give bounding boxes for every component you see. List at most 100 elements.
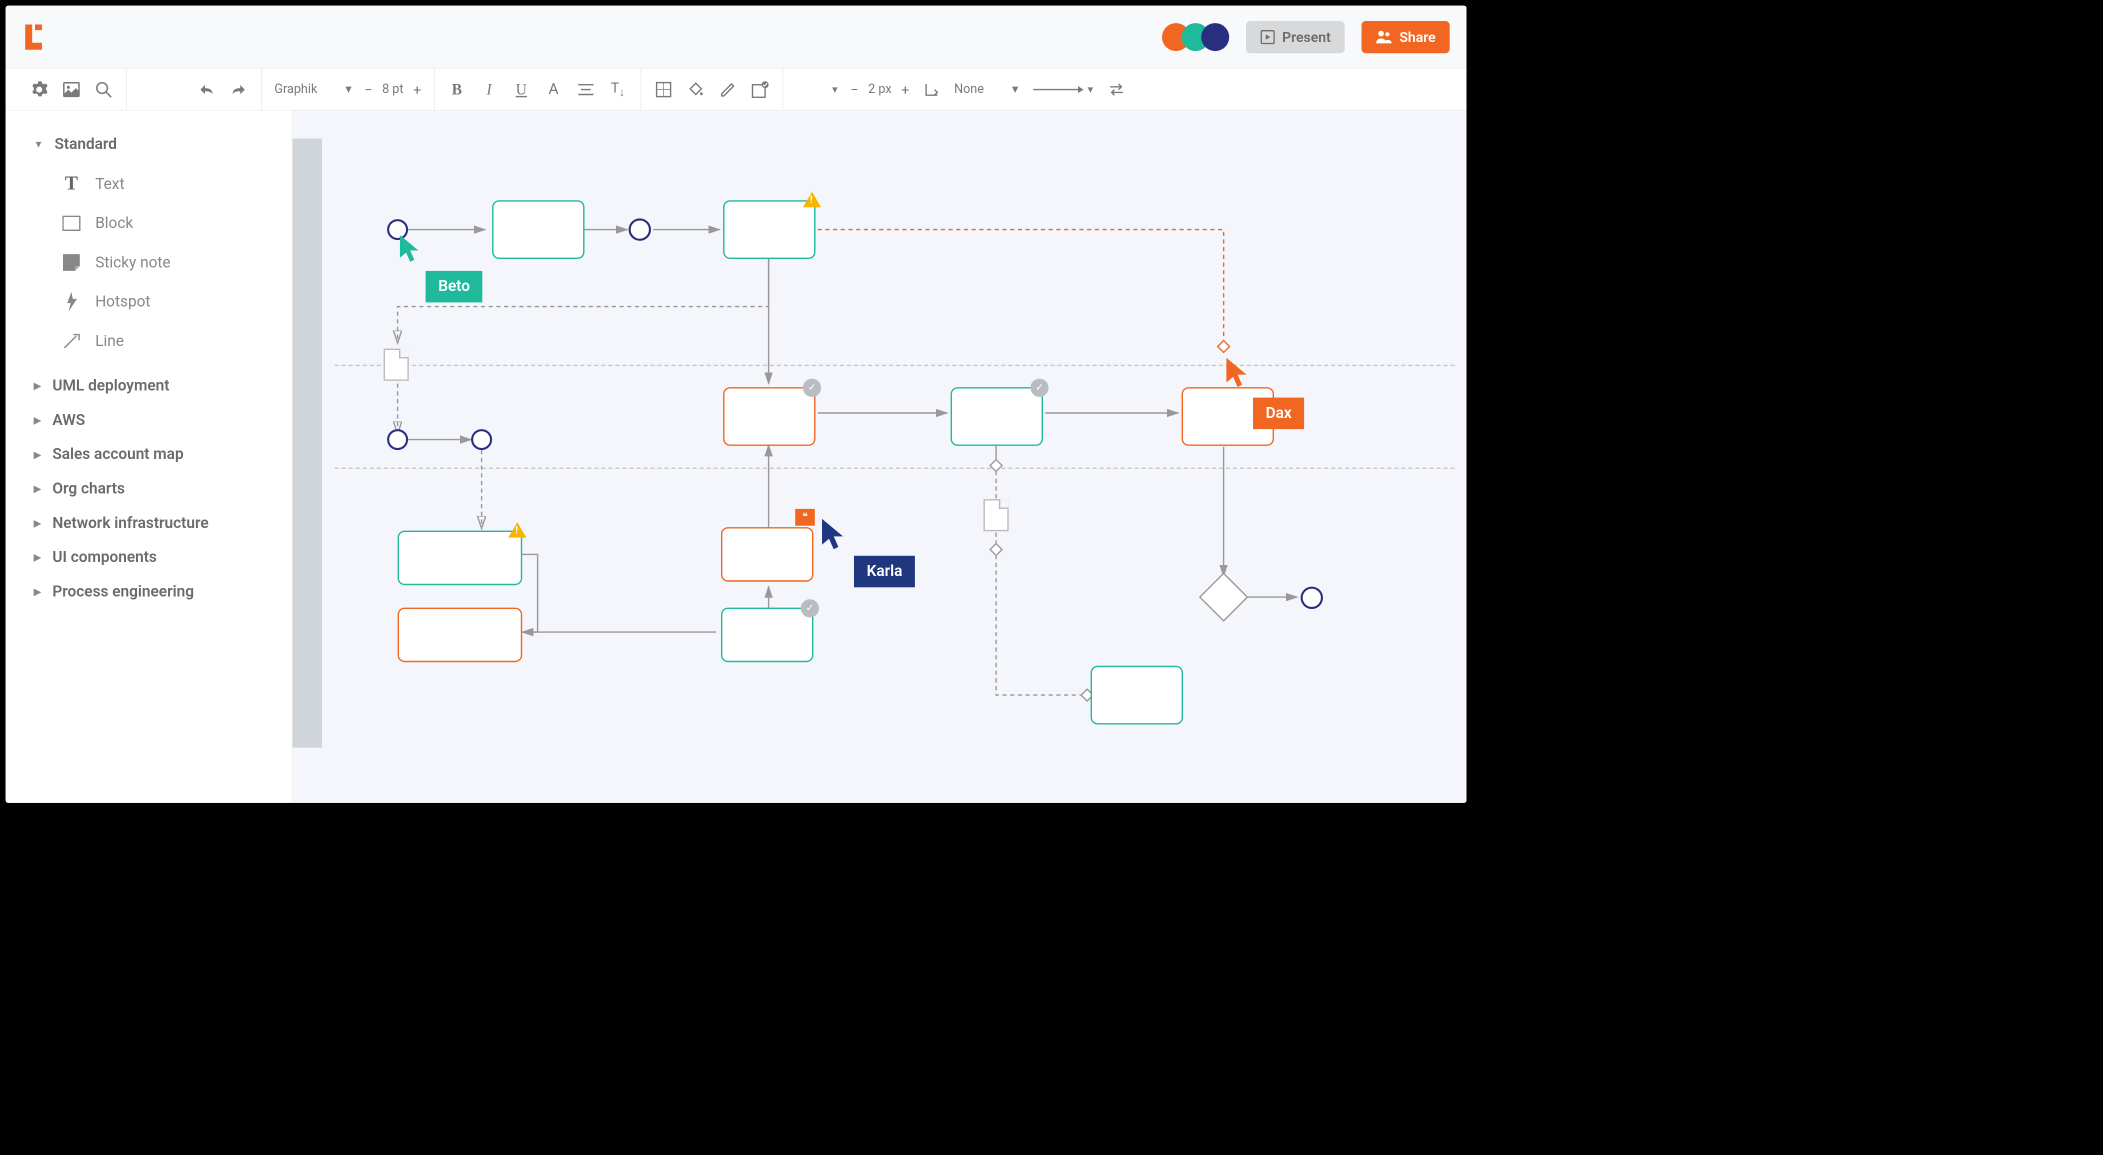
play-icon <box>1260 29 1275 44</box>
align-icon[interactable] <box>576 79 596 99</box>
gateway[interactable] <box>1199 572 1248 621</box>
underline-icon[interactable]: U <box>512 79 532 99</box>
decrease-icon[interactable]: − <box>850 81 858 98</box>
undo-icon[interactable] <box>197 79 217 99</box>
increase-icon[interactable]: + <box>413 81 421 98</box>
document-icon[interactable] <box>984 499 1009 531</box>
sidebar-section-standard[interactable]: ▼ Standard T Text Block Sticky note <box>6 127 292 369</box>
line-style-select[interactable]: None ▾ <box>954 82 1018 97</box>
collaborator-cursor-karla: Karla <box>819 517 848 555</box>
warning-badge-icon <box>803 192 821 207</box>
check-badge-icon: ✓ <box>1030 379 1048 397</box>
line-corner-icon[interactable] <box>922 79 942 99</box>
search-icon[interactable] <box>94 79 114 99</box>
sidebar-section-process[interactable]: ▶Process engineering <box>6 575 292 609</box>
swimlane-divider <box>335 468 1455 469</box>
sidebar-section-uml[interactable]: ▶UML deployment <box>6 369 292 403</box>
shapes-sidebar: ▼ Standard T Text Block Sticky note <box>6 111 293 803</box>
chevron-right-icon: ▶ <box>34 552 42 563</box>
dropdown-icon[interactable]: ▾ <box>796 79 838 99</box>
end-event[interactable] <box>1301 587 1323 609</box>
italic-icon[interactable]: I <box>479 79 499 99</box>
gateway-icon[interactable] <box>989 459 1003 473</box>
task-rect[interactable] <box>398 608 523 663</box>
block-icon <box>62 214 82 234</box>
text-format-icon[interactable]: T↓ <box>608 79 628 99</box>
task-rect[interactable] <box>1091 666 1183 725</box>
cursor-label: Karla <box>854 556 915 588</box>
cursor-label: Beto <box>426 271 483 303</box>
swap-icon[interactable] <box>1106 79 1126 99</box>
sidebar-section-aws[interactable]: ▶AWS <box>6 403 292 437</box>
avatar[interactable] <box>1201 23 1229 51</box>
sidebar-item-sticky[interactable]: Sticky note <box>62 243 264 282</box>
present-button[interactable]: Present <box>1246 21 1345 53</box>
sidebar-item-line[interactable]: Line <box>62 321 264 360</box>
chevron-down-icon: ▼ <box>34 139 44 151</box>
sticky-icon <box>62 253 82 273</box>
document-icon[interactable] <box>384 349 409 381</box>
task-rect[interactable]: ❝ <box>721 527 813 582</box>
check-badge-icon: ✓ <box>801 599 819 617</box>
collaborator-cursor-beto: Beto <box>398 233 423 267</box>
gateway-icon[interactable] <box>1217 340 1231 354</box>
share-button[interactable]: Share <box>1362 21 1450 53</box>
line-width-stepper[interactable]: − 2 px + <box>850 81 909 98</box>
font-family-select[interactable]: Graphik ▾ <box>274 82 351 97</box>
chevron-right-icon: ▶ <box>34 449 42 460</box>
line-icon <box>62 331 82 351</box>
sidebar-section-org[interactable]: ▶Org charts <box>6 472 292 506</box>
gear-icon[interactable] <box>29 79 49 99</box>
logo[interactable] <box>22 23 44 51</box>
arrow-style-icon[interactable]: ▾ <box>1031 79 1094 99</box>
main: ▼ Standard T Text Block Sticky note <box>6 111 1467 803</box>
task-rect[interactable] <box>398 531 523 586</box>
swimlane-divider <box>335 365 1455 366</box>
present-label: Present <box>1282 28 1331 45</box>
intermediate-event[interactable] <box>471 429 492 450</box>
task-rect[interactable]: ✓ <box>951 387 1043 446</box>
sidebar-section-network[interactable]: ▶Network infrastructure <box>6 506 292 540</box>
text-icon: T <box>62 174 82 194</box>
collaborator-avatars[interactable] <box>1162 23 1229 51</box>
bold-icon[interactable]: B <box>447 79 467 99</box>
people-icon <box>1376 29 1393 44</box>
chevron-down-icon: ▾ <box>1012 82 1018 97</box>
chevron-right-icon: ▶ <box>34 518 42 529</box>
border-icon[interactable] <box>654 79 674 99</box>
toolbar: Graphik ▾ − 8 pt + B I U A T↓ ▾ <box>6 69 1467 111</box>
chevron-right-icon: ▶ <box>34 586 42 597</box>
header: Present Share <box>6 6 1467 69</box>
chevron-right-icon: ▶ <box>34 415 42 426</box>
text-color-icon[interactable]: A <box>544 79 564 99</box>
font-size-stepper[interactable]: − 8 pt + <box>364 81 421 98</box>
task-rect[interactable] <box>723 200 815 259</box>
hotspot-icon <box>62 292 82 312</box>
intermediate-event[interactable] <box>629 218 651 240</box>
sidebar-section-ui[interactable]: ▶UI components <box>6 540 292 574</box>
sidebar-item-hotspot[interactable]: Hotspot <box>62 282 264 321</box>
start-event[interactable] <box>387 429 408 450</box>
cursor-label: Dax <box>1253 398 1304 430</box>
redo-icon[interactable] <box>229 79 249 99</box>
fill-icon[interactable] <box>686 79 706 99</box>
task-rect[interactable]: ✓ <box>721 608 813 663</box>
canvas[interactable]: ✓ ✓ ❝ ✓ <box>293 111 1467 803</box>
comment-badge-icon[interactable]: ❝ <box>795 509 815 526</box>
gateway-icon[interactable] <box>989 543 1003 557</box>
shape-check-icon[interactable] <box>750 79 770 99</box>
share-label: Share <box>1399 28 1435 45</box>
sidebar-item-text[interactable]: T Text <box>62 165 264 204</box>
image-icon[interactable] <box>62 79 82 99</box>
collaborator-cursor-dax: Dax <box>1224 356 1252 392</box>
decrease-icon[interactable]: − <box>364 81 372 98</box>
chevron-right-icon: ▶ <box>34 483 42 494</box>
pencil-icon[interactable] <box>718 79 738 99</box>
check-badge-icon: ✓ <box>803 379 821 397</box>
task-rect[interactable] <box>492 200 584 259</box>
task-rect[interactable]: ✓ <box>723 387 815 446</box>
increase-icon[interactable]: + <box>901 81 909 98</box>
sidebar-item-block[interactable]: Block <box>62 204 264 243</box>
canvas-gutter <box>293 139 322 748</box>
sidebar-section-sales[interactable]: ▶Sales account map <box>6 438 292 472</box>
